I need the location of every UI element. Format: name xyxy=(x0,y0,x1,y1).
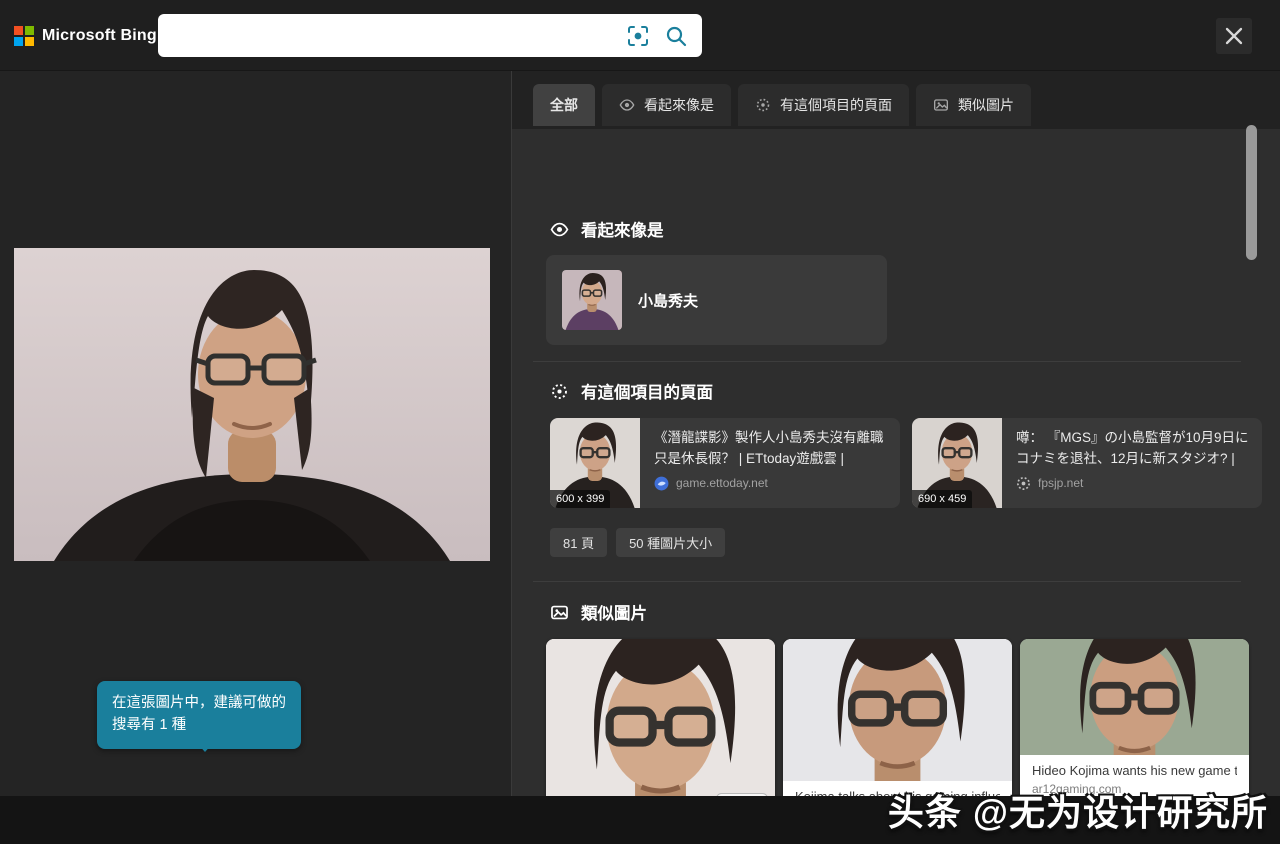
site-favicon xyxy=(1017,476,1030,490)
section-similar-header: 類似圖片 xyxy=(550,600,647,624)
similar-image xyxy=(546,639,775,796)
scrollbar-thumb[interactable] xyxy=(1246,125,1257,260)
section-divider xyxy=(533,361,1241,362)
eye-icon xyxy=(619,99,635,111)
page-count-chip[interactable]: 81 頁 xyxy=(550,528,608,557)
section-looks-like-title: 看起來像是 xyxy=(581,222,664,240)
query-image-panel: 在這張圖片中，建議可做的 搜尋有 1 種 1 圖像式搜尋 xyxy=(0,71,511,796)
suggestion-tooltip: 在這張圖片中，建議可做的 搜尋有 1 種 xyxy=(97,681,301,749)
tab-all-label: 全部 xyxy=(550,97,578,113)
section-looks-like-header: 看起來像是 xyxy=(550,217,664,241)
similar-image-card[interactable]: O mestre atual dos games que foi in... P… xyxy=(546,639,775,796)
similar-image-card[interactable]: Kojima talks about his gaming influe... … xyxy=(783,639,1012,796)
similar-caption-text: Hideo Kojima wants his new game t... xyxy=(1032,763,1237,778)
image-icon xyxy=(551,605,568,619)
tab-all[interactable]: 全部 xyxy=(533,84,595,126)
bing-visual-search-window: Microsoft Bing 在這張圖片中，建議可做的 搜尋有 1 種 全部 看… xyxy=(0,0,1280,844)
similar-image xyxy=(1020,639,1249,755)
tab-pages-with-item-label: 有這個項目的頁面 xyxy=(780,97,892,113)
tab-similar-images[interactable]: 類似圖片 xyxy=(916,84,1031,126)
entity-name: 小島秀夫 xyxy=(638,292,699,310)
similar-column: O mestre atual dos games que foi in... P… xyxy=(546,639,775,796)
page-result-body: 《潛龍諜影》製作人小島秀夫沒有離職只是休長假？ | ETtoday遊戲雲 | g… xyxy=(640,418,900,508)
pages-icon xyxy=(756,98,770,112)
search-icon[interactable] xyxy=(664,24,688,48)
close-button[interactable] xyxy=(1216,18,1252,54)
image-sizes-chip[interactable]: 50 種圖片大小 xyxy=(616,528,726,557)
page-result-body: 噂： 『MGS』の小島監督が10月9日にコナミを退社、12月に新スタジオ? | … xyxy=(1002,418,1262,508)
search-input[interactable] xyxy=(158,14,626,57)
eye-icon xyxy=(550,222,569,236)
similar-image xyxy=(783,639,1012,781)
filter-chips: 81 頁 50 種圖片大小 xyxy=(550,528,726,557)
results-scroll-area: 看起來像是 小島秀夫 有這個項目的頁面 600 x 399 《潛龍諜影》製作人小… xyxy=(512,129,1280,796)
section-pages-title: 有這個項目的頁面 xyxy=(581,384,713,402)
image-size-badge: 690 x 459 xyxy=(912,490,973,508)
page-result-title: 《潛龍諜影》製作人小島秀夫沒有離職只是休長假？ | ETtoday遊戲雲 | xyxy=(654,430,884,466)
tooltip-line1: 在這張圖片中，建議可做的 xyxy=(112,695,286,711)
image-size-badge: 600 x 399 xyxy=(550,490,611,508)
page-result-card[interactable]: 690 x 459 噂： 『MGS』の小島監督が10月9日にコナミを退社、12月… xyxy=(912,418,1262,508)
page-result-site: game.ettoday.net xyxy=(676,476,768,491)
query-image[interactable] xyxy=(14,248,490,561)
entity-card[interactable]: 小島秀夫 xyxy=(546,255,887,345)
result-tabs: 全部 看起來像是 有這個項目的頁面 類似圖片 xyxy=(533,84,1031,126)
page-result-title: 噂： 『MGS』の小島監督が10月9日にコナミを退社、12月に新スタジオ? | xyxy=(1016,430,1249,466)
page-result-card[interactable]: 600 x 399 《潛龍諜影》製作人小島秀夫沒有離職只是休長假？ | ETto… xyxy=(550,418,900,508)
page-result-thumbnail: 690 x 459 xyxy=(912,418,1002,508)
similar-column: Hideo Kojima wants his new game t... ar1… xyxy=(1020,639,1249,796)
close-icon xyxy=(1225,27,1243,45)
site-favicon xyxy=(654,476,669,491)
content-area: 在這張圖片中，建議可做的 搜尋有 1 種 1 圖像式搜尋 xyxy=(0,71,1280,796)
results-panel: 全部 看起來像是 有這個項目的頁面 類似圖片 看起來像是 小島秀夫 有這個項目的… xyxy=(511,71,1280,796)
search-bar[interactable] xyxy=(158,14,702,57)
tab-looks-like[interactable]: 看起來像是 xyxy=(602,84,731,126)
entity-thumbnail xyxy=(562,270,622,330)
brand-title: Microsoft Bing xyxy=(42,26,157,44)
image-icon xyxy=(934,99,948,111)
section-similar-title: 類似圖片 xyxy=(581,605,647,623)
microsoft-logo-icon xyxy=(14,26,34,46)
tab-similar-images-label: 類似圖片 xyxy=(958,97,1014,113)
tooltip-arrow xyxy=(196,742,214,752)
tab-looks-like-label: 看起來像是 xyxy=(644,97,714,113)
watermark-text: 头条 @无为设计研究所 xyxy=(887,792,1268,833)
tab-pages-with-item[interactable]: 有這個項目的頁面 xyxy=(738,84,909,126)
section-divider xyxy=(533,581,1241,582)
tooltip-line2: 搜尋有 1 種 xyxy=(112,717,187,734)
similar-image-card[interactable]: Hideo Kojima wants his new game t... ar1… xyxy=(1020,639,1249,796)
top-bar: Microsoft Bing xyxy=(0,0,1280,71)
page-result-site: fpsjp.net xyxy=(1038,476,1084,491)
visual-search-icon[interactable] xyxy=(626,24,650,48)
similar-column: Kojima talks about his gaming influe... … xyxy=(783,639,1012,796)
section-pages-header: 有這個項目的頁面 xyxy=(550,379,713,403)
query-image-photo xyxy=(14,248,490,561)
page-result-thumbnail: 600 x 399 xyxy=(550,418,640,508)
pages-icon xyxy=(552,383,567,399)
